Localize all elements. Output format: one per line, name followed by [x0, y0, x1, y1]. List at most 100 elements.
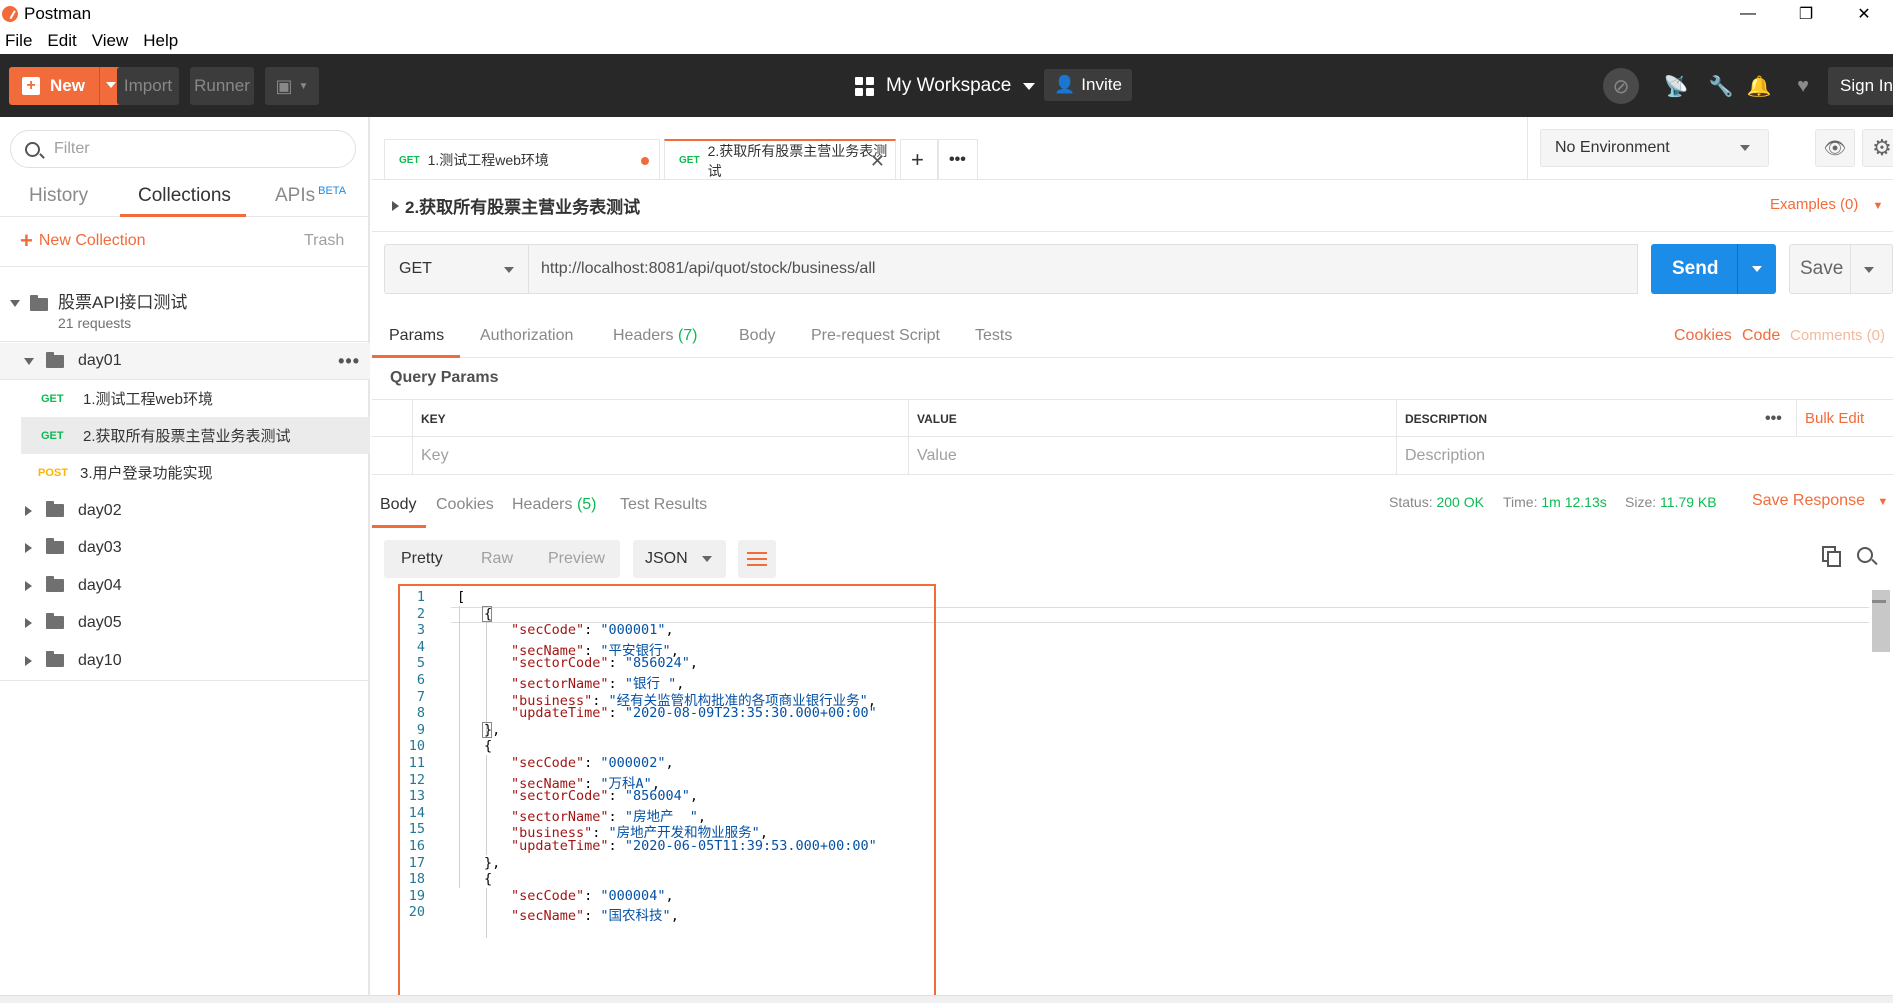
tab-params[interactable]: Params	[389, 327, 444, 345]
code-link[interactable]: Code	[1742, 327, 1780, 345]
tab-apis[interactable]: APIs BETA	[275, 185, 346, 207]
trash-link[interactable]: Trash	[304, 232, 344, 250]
close-icon[interactable]: ✕	[1835, 0, 1893, 28]
request-title[interactable]: 2.获取所有股票主营业务表测试	[392, 193, 640, 218]
chevron-right-icon[interactable]	[25, 655, 32, 666]
folder-item-day03[interactable]: day03	[0, 529, 370, 566]
folder-item-day01[interactable]: day01 •••	[0, 343, 370, 380]
environment-selector[interactable]: No Environment	[1540, 129, 1769, 167]
menu-file[interactable]: File	[5, 31, 32, 51]
folder-icon	[46, 538, 64, 554]
chevron-right-icon[interactable]	[25, 580, 32, 591]
satellite-icon[interactable]: 📡	[1664, 76, 1689, 98]
menu-edit[interactable]: Edit	[47, 31, 76, 51]
search-icon[interactable]	[1857, 547, 1873, 563]
tab-response-body[interactable]: Body	[380, 496, 416, 514]
tab-label: 1.测试工程web环境	[427, 152, 549, 168]
minimize-icon[interactable]: —	[1719, 0, 1777, 28]
plus-icon: +	[20, 228, 33, 253]
collection-item[interactable]: 股票API接口测试 21 requests	[0, 280, 370, 344]
bell-icon[interactable]: 🔔	[1747, 76, 1772, 98]
size-meta: Size: 11.79 KB	[1625, 494, 1717, 510]
new-window-button[interactable]: ▣ ▼	[265, 67, 319, 105]
chevron-right-icon[interactable]	[25, 505, 32, 516]
workspace-label: My Workspace	[886, 75, 1012, 96]
workspace-selector[interactable]: My Workspace	[855, 67, 1036, 105]
url-input[interactable]: http://localhost:8081/api/quot/stock/bus…	[529, 244, 1638, 294]
new-button[interactable]: + New	[9, 67, 128, 105]
key-input[interactable]: Key	[412, 437, 898, 474]
folder-icon	[46, 651, 64, 667]
response-headers-count: (5)	[576, 496, 597, 513]
folder-item-day05[interactable]: day05	[0, 604, 370, 641]
value-input[interactable]: Value	[908, 437, 1394, 474]
filter-input[interactable]: Filter	[10, 130, 356, 168]
request-tab[interactable]: GET 1.测试工程web环境	[384, 139, 660, 180]
folder-item-day02[interactable]: day02	[0, 492, 370, 529]
add-tab-icon[interactable]: +	[900, 139, 938, 180]
runner-button[interactable]: Runner	[190, 67, 254, 105]
request-method: GET	[41, 429, 64, 442]
more-options-icon[interactable]: •••	[1757, 400, 1797, 437]
collection-request-count: 21 requests	[58, 315, 132, 331]
restore-icon[interactable]: ❐	[1777, 0, 1835, 28]
menu-view[interactable]: View	[92, 31, 129, 51]
save-dropdown-caret-icon[interactable]	[1864, 267, 1874, 273]
tab-headers[interactable]: Headers (7)	[613, 327, 698, 345]
save-button[interactable]: Save	[1789, 244, 1893, 294]
save-response-button[interactable]: Save Response ▼	[1752, 492, 1888, 510]
request-tab-active[interactable]: GET 2.获取所有股票主营业务表测试 ✕	[664, 139, 896, 180]
chevron-right-icon[interactable]	[25, 617, 32, 628]
tab-tests[interactable]: Tests	[975, 327, 1012, 345]
bulk-edit-link[interactable]: Bulk Edit	[1796, 400, 1891, 437]
raw-button[interactable]: Raw	[481, 550, 513, 568]
cookies-link[interactable]: Cookies	[1674, 327, 1732, 345]
description-input[interactable]: Description	[1396, 437, 1893, 474]
search-icon	[25, 141, 40, 157]
copy-icon[interactable]	[1822, 546, 1842, 568]
tab-collections[interactable]: Collections	[138, 185, 231, 207]
invite-button[interactable]: 👤 Invite	[1044, 69, 1132, 101]
tab-response-headers[interactable]: Headers (5)	[512, 496, 597, 514]
new-collection-button[interactable]: + New Collection	[20, 230, 146, 252]
request-item-selected[interactable]: GET 2.获取所有股票主营业务表测试	[21, 417, 370, 454]
pretty-button[interactable]: Pretty	[401, 550, 443, 568]
eye-icon[interactable]: 👁	[1815, 129, 1855, 167]
tab-authorization[interactable]: Authorization	[480, 327, 573, 345]
chevron-right-icon[interactable]	[25, 542, 32, 553]
more-tabs-icon[interactable]: •••	[938, 139, 978, 180]
tab-body[interactable]: Body	[739, 327, 775, 345]
chevron-down-icon[interactable]	[10, 300, 20, 307]
language-select[interactable]: JSON	[633, 540, 726, 578]
chevron-down-icon[interactable]	[24, 357, 34, 365]
send-dropdown-caret-icon[interactable]	[1752, 266, 1762, 272]
tab-pre-request-script[interactable]: Pre-request Script	[811, 327, 940, 345]
request-item[interactable]: POST 3.用户登录功能实现	[0, 454, 370, 491]
heart-icon[interactable]: ♥	[1793, 75, 1813, 97]
examples-dropdown[interactable]: Examples (0) ▼	[1770, 196, 1883, 213]
preview-button[interactable]: Preview	[548, 550, 605, 568]
tab-history[interactable]: History	[29, 185, 88, 207]
tab-response-cookies[interactable]: Cookies	[436, 496, 494, 514]
folder-item-day10[interactable]: day10	[0, 642, 370, 679]
more-options-icon[interactable]: •••	[338, 351, 360, 372]
menu-help[interactable]: Help	[143, 31, 178, 51]
comments-link[interactable]: Comments (0)	[1790, 327, 1885, 344]
new-dropdown-caret-icon[interactable]	[106, 82, 116, 88]
wrench-icon[interactable]: 🔧	[1709, 76, 1734, 98]
request-item[interactable]: GET 1.测试工程web环境	[0, 380, 370, 417]
sync-off-icon[interactable]: ⊘	[1603, 68, 1639, 104]
wrap-lines-icon[interactable]	[738, 540, 776, 578]
environment-label: No Environment	[1555, 139, 1670, 156]
method-select[interactable]: GET	[384, 244, 529, 294]
time-label: Time:	[1503, 494, 1538, 510]
folder-item-day04[interactable]: day04	[0, 567, 370, 604]
send-button[interactable]: Send	[1651, 244, 1776, 294]
tab-test-results[interactable]: Test Results	[620, 496, 707, 514]
status-label: Status:	[1389, 494, 1433, 510]
close-tab-icon[interactable]: ✕	[870, 151, 885, 172]
gear-icon[interactable]: ⚙	[1862, 129, 1893, 167]
import-button[interactable]: Import	[117, 67, 179, 105]
sign-in-button[interactable]: Sign In	[1828, 67, 1893, 105]
window-titlebar: Postman — ❐ ✕	[0, 0, 1893, 28]
